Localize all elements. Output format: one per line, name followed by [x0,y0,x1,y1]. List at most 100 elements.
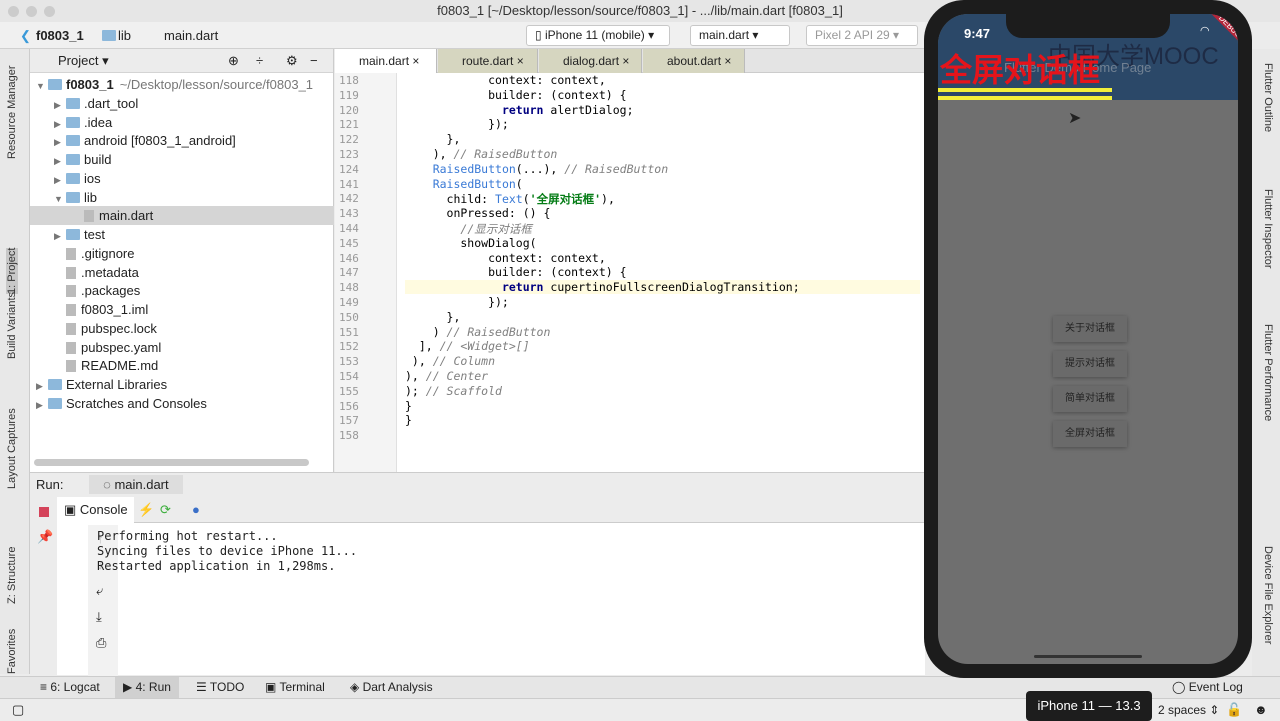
code-line[interactable]: ), // RaisedButton [405,147,558,161]
close-window-button[interactable] [8,6,19,17]
hide-icon[interactable]: − [310,49,318,73]
pin-icon[interactable]: 📌 [37,529,53,545]
tool-dart-analysis[interactable]: ◈ Dart Analysis [350,680,433,694]
hot-reload-icon[interactable]: ⚡ [138,502,154,518]
tree-item[interactable]: f0803_1.iml [30,300,334,319]
lock-icon[interactable]: 🔓 [1226,702,1242,718]
tree-item[interactable]: ▶ .dart_tool [30,94,334,113]
code-line[interactable]: ) // RaisedButton [405,325,551,339]
project-view-selector[interactable]: Project [58,53,98,68]
tool-structure[interactable]: Z: Structure [6,547,18,604]
locate-icon[interactable]: ⊕ [228,49,239,73]
code-line[interactable]: //显示对话框 [405,221,531,237]
gear-icon[interactable]: ⚙ [286,49,298,73]
hot-restart-icon[interactable]: ⟳ [160,502,171,518]
tree-item[interactable]: .packages [30,281,334,300]
tool-device-file-explorer[interactable]: Device File Explorer [1262,546,1274,644]
code-line[interactable]: return cupertinoFullscreenDialogTransiti… [405,280,920,295]
emulator-selector[interactable]: Pixel 2 API 29 ▾ [806,25,918,46]
collapse-icon[interactable]: ÷ [256,49,263,73]
device-selector[interactable]: ▯ iPhone 11 (mobile) ▾ [526,25,670,46]
phone-screen[interactable]: 9:47 ◠ DEBUG 中国大学MOOC Flutter Demo Home … [938,14,1238,664]
print-icon[interactable]: ⎙ [96,635,106,651]
code-line[interactable]: ], // <Widget>[] [405,339,530,353]
breadcrumb-project[interactable]: f0803_1 [36,28,84,43]
code-line[interactable]: RaisedButton( [405,177,523,191]
code-line[interactable]: }); [405,295,509,309]
code-line[interactable]: RaisedButton(...), // RaisedButton [405,162,668,176]
tree-item[interactable]: README.md [30,356,334,375]
code-line[interactable]: }); [405,117,509,131]
breadcrumb-lib[interactable]: lib [118,28,131,43]
tree-item[interactable]: main.dart [30,206,334,226]
code-line[interactable]: } [405,413,412,427]
tool-project[interactable]: 1: Project [6,247,18,294]
inspector-icon[interactable]: ☻ [1254,702,1268,717]
code-line[interactable]: }, [405,310,461,324]
code-line[interactable]: return alertDialog; [405,103,634,117]
tool-layout-captures[interactable]: Layout Captures [6,408,18,489]
tree-item[interactable]: .gitignore [30,244,334,263]
run-tab-main-dart[interactable]: ◌ main.dart [89,475,183,494]
tree-item-label: build [84,152,112,167]
tool-run[interactable]: ▶ 4: Run [115,677,179,698]
tree-item[interactable]: ▶ Scratches and Consoles [30,394,334,413]
tool-flutter-inspector[interactable]: Flutter Inspector [1262,189,1274,268]
devtools-icon[interactable]: ● [192,502,200,517]
tree-item[interactable]: pubspec.yaml [30,338,334,357]
tool-terminal[interactable]: ▣ Terminal [265,680,325,694]
code-line[interactable]: } [405,399,412,413]
about-dialog-button[interactable]: 关于对话框 [1053,316,1127,342]
minimize-window-button[interactable] [26,6,37,17]
tree-item[interactable]: ▶ build [30,150,334,169]
fullscreen-dialog-button[interactable]: 全屏对话框 [1053,421,1127,447]
tool-flutter-outline[interactable]: Flutter Outline [1262,63,1274,132]
simple-dialog-button[interactable]: 简单对话框 [1053,386,1127,412]
code-editor[interactable]: main.dart × route.dart × dialog.dart × a… [335,49,925,472]
tree-item[interactable]: pubspec.lock [30,319,334,338]
code-line[interactable]: context: context, [405,73,606,87]
tree-item[interactable]: ▼ lib [30,188,334,207]
tree-item[interactable]: .metadata [30,263,334,282]
code-line[interactable]: }, [405,132,461,146]
tool-build-variants[interactable]: Build Variants [6,292,18,359]
tree-item[interactable]: ▶ External Libraries [30,375,334,394]
console-tab[interactable]: ▣ Console [58,497,134,523]
horizontal-scrollbar[interactable] [34,459,309,466]
tool-event-log[interactable]: ◯ Event Log [1172,680,1243,694]
scroll-to-end-icon[interactable]: ⤓ [96,609,102,625]
tree-item[interactable]: ▶ ios [30,169,334,188]
tool-todo[interactable]: ☰ TODO [196,680,244,694]
indent-selector[interactable]: 2 spaces ⇕ [1158,703,1219,717]
soft-wrap-icon[interactable]: ⤶ [96,583,103,599]
tool-flutter-performance[interactable]: Flutter Performance [1262,324,1274,421]
zoom-window-button[interactable] [44,6,55,17]
tool-resource-manager[interactable]: Resource Manager [6,65,18,159]
tree-item[interactable]: ▶ android [f0803_1_android] [30,131,334,150]
code-line[interactable]: child: Text('全屏对话框'), [405,191,615,207]
code-line[interactable]: ); // Scaffold [405,384,502,398]
tab-dialog-dart[interactable]: dialog.dart × [539,49,642,73]
tree-item[interactable]: ▼ f0803_1 ~/Desktop/lesson/source/f0803_1 [30,75,334,94]
code-line[interactable]: context: context, [405,251,606,265]
stop-icon[interactable] [39,507,49,517]
expand-arrow-icon[interactable]: ▶ [36,396,48,415]
home-indicator[interactable] [1034,655,1142,658]
tab-main-dart[interactable]: main.dart × [335,49,437,73]
tab-about-dart[interactable]: about.dart × [643,49,745,73]
run-config-selector[interactable]: main.dart ▾ [690,25,790,46]
code-line[interactable]: showDialog( [405,236,536,250]
code-line[interactable]: builder: (context) { [405,88,626,102]
tool-logcat[interactable]: ≡ 6: Logcat [40,680,100,694]
tool-favorites[interactable]: Favorites [6,629,18,674]
panel-toggle-icon[interactable]: ▢ [12,702,24,718]
tree-item[interactable]: ▶ test [30,225,334,244]
alert-dialog-button[interactable]: 提示对话框 [1053,351,1127,377]
code-line[interactable]: ), // Center [405,369,488,383]
tree-item[interactable]: ▶ .idea [30,113,334,132]
code-line[interactable]: builder: (context) { [405,265,626,279]
code-line[interactable]: ), // Column [405,354,495,368]
code-line[interactable]: onPressed: () { [405,206,551,220]
breadcrumb-file[interactable]: main.dart [164,28,218,43]
tab-route-dart[interactable]: route.dart × [438,49,538,73]
